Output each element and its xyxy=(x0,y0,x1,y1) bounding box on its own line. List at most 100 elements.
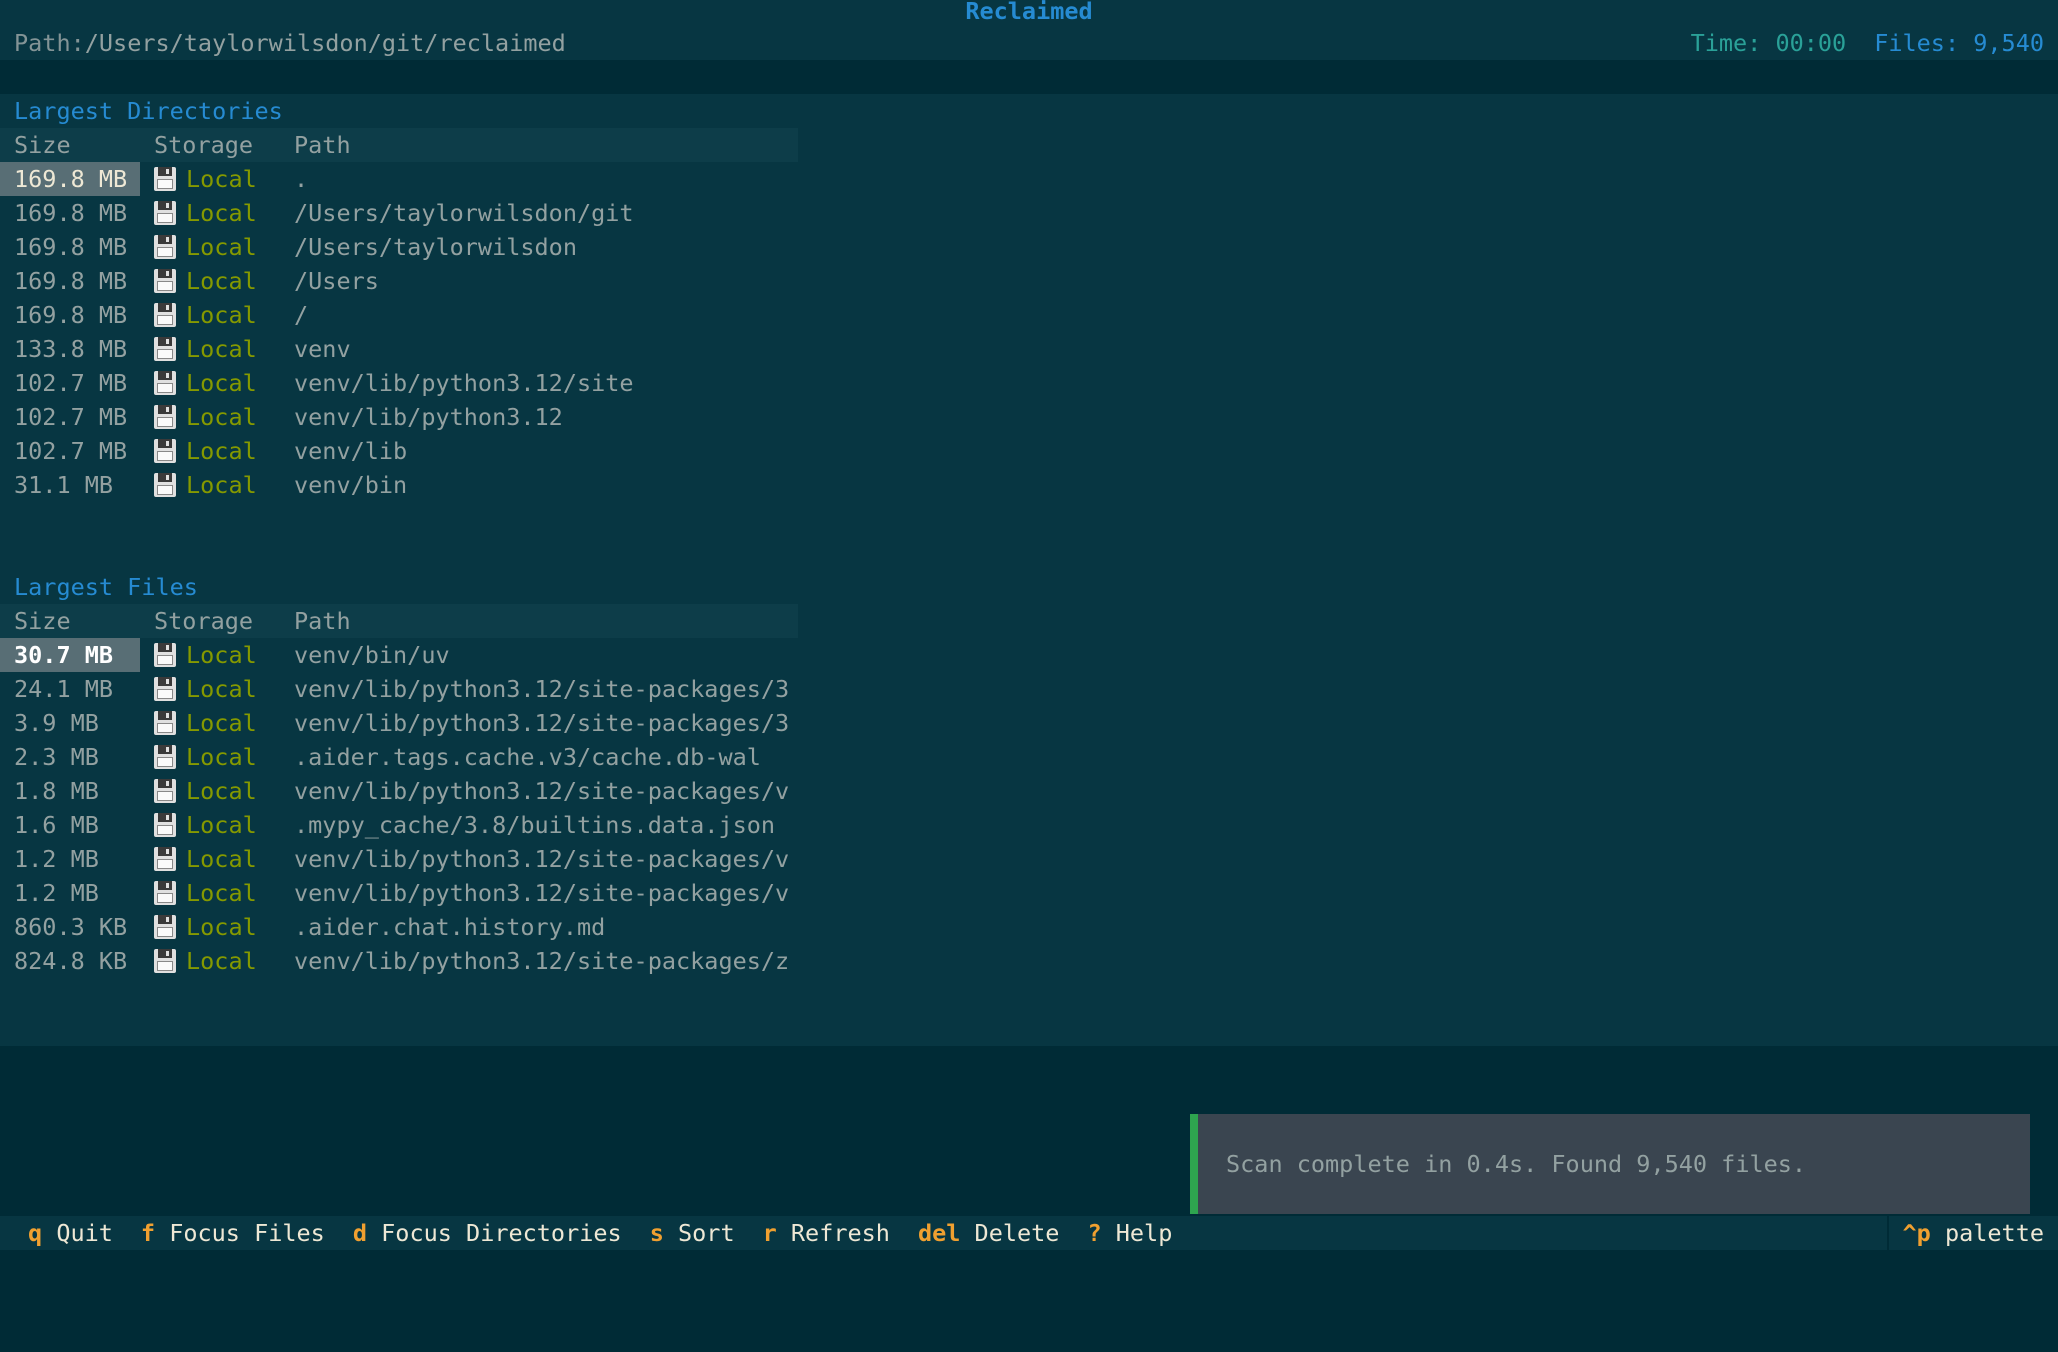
elapsed-time: Time: 00:00 xyxy=(1691,29,1847,57)
row-path: .aider.tags.cache.v3/cache.db-wal xyxy=(294,740,761,774)
column-header-size[interactable]: Size xyxy=(0,604,140,638)
command-palette-button[interactable]: ^p palette xyxy=(1887,1216,2058,1250)
row-storage: Local xyxy=(154,774,257,808)
row-storage: Local xyxy=(154,842,257,876)
table-row[interactable]: 30.7 MBLocalvenv/bin/uv xyxy=(0,638,2058,672)
row-storage: Local xyxy=(154,264,257,298)
floppy-disk-icon xyxy=(154,439,176,463)
path-value: /Users/taylorwilsdon/git/reclaimed xyxy=(85,29,566,57)
table-header-directories: Size Storage Path xyxy=(0,128,798,162)
table-row[interactable]: 133.8 MBLocalvenv xyxy=(0,332,2058,366)
table-row[interactable]: 3.9 MBLocalvenv/lib/python3.12/site-pack… xyxy=(0,706,2058,740)
footer-label: Refresh xyxy=(791,1219,890,1247)
table-row[interactable]: 102.7 MBLocalvenv/lib/python3.12 xyxy=(0,400,2058,434)
storage-label: Local xyxy=(186,675,257,703)
row-storage: Local xyxy=(154,740,257,774)
footer-binding[interactable]: del Delete xyxy=(918,1216,1060,1250)
storage-label: Local xyxy=(186,301,257,329)
floppy-disk-icon xyxy=(154,915,176,939)
floppy-disk-icon xyxy=(154,235,176,259)
footer-binding[interactable]: ? Help xyxy=(1087,1216,1172,1250)
footer-label: Focus Files xyxy=(169,1219,325,1247)
table-row[interactable]: 1.2 MBLocalvenv/lib/python3.12/site-pack… xyxy=(0,842,2058,876)
row-storage: Local xyxy=(154,298,257,332)
floppy-disk-icon xyxy=(154,405,176,429)
row-storage: Local xyxy=(154,468,257,502)
storage-label: Local xyxy=(186,471,257,499)
notification-toast[interactable]: Scan complete in 0.4s. Found 9,540 files… xyxy=(1190,1114,2030,1214)
row-path: / xyxy=(294,298,308,332)
row-storage: Local xyxy=(154,230,257,264)
table-row[interactable]: 860.3 KBLocal.aider.chat.history.md xyxy=(0,910,2058,944)
table-row[interactable]: 31.1 MBLocalvenv/bin xyxy=(0,468,2058,502)
floppy-disk-icon xyxy=(154,473,176,497)
toast-message: Scan complete in 0.4s. Found 9,540 files… xyxy=(1226,1147,1806,1181)
column-header-path[interactable]: Path xyxy=(294,128,351,162)
column-header-size[interactable]: Size xyxy=(0,128,140,162)
table-row[interactable]: 1.8 MBLocalvenv/lib/python3.12/site-pack… xyxy=(0,774,2058,808)
table-row[interactable]: 1.6 MBLocal.mypy_cache/3.8/builtins.data… xyxy=(0,808,2058,842)
path-label: Path: xyxy=(14,29,85,57)
storage-label: Local xyxy=(186,709,257,737)
row-path: venv/lib/python3.12/site-packages/3 xyxy=(294,672,789,706)
row-size: 1.6 MB xyxy=(0,808,140,842)
footer-key: f xyxy=(141,1219,155,1247)
column-header-path[interactable]: Path xyxy=(294,604,351,638)
row-storage: Local xyxy=(154,910,257,944)
table-row[interactable]: 169.8 MBLocal/Users/taylorwilsdon/git xyxy=(0,196,2058,230)
floppy-disk-icon xyxy=(154,371,176,395)
column-header-storage[interactable]: Storage xyxy=(154,604,253,638)
table-row[interactable]: 824.8 KBLocalvenv/lib/python3.12/site-pa… xyxy=(0,944,2058,978)
table-row[interactable]: 169.8 MBLocal/Users xyxy=(0,264,2058,298)
table-row[interactable]: 24.1 MBLocalvenv/lib/python3.12/site-pac… xyxy=(0,672,2058,706)
storage-label: Local xyxy=(186,403,257,431)
storage-label: Local xyxy=(186,437,257,465)
row-size: 2.3 MB xyxy=(0,740,140,774)
row-path: venv/bin/uv xyxy=(294,638,450,672)
row-size: 1.2 MB xyxy=(0,876,140,910)
storage-label: Local xyxy=(186,777,257,805)
current-path: Path:/Users/taylorwilsdon/git/reclaimed xyxy=(14,26,566,60)
row-path: venv/bin xyxy=(294,468,407,502)
floppy-disk-icon xyxy=(154,711,176,735)
row-storage: Local xyxy=(154,162,257,196)
floppy-disk-icon xyxy=(154,779,176,803)
row-path: venv/lib/python3.12/site-packages/v xyxy=(294,876,789,910)
table-row[interactable]: 2.3 MB Local .aider.tags.cache.v3/cache.db… xyxy=(0,740,2058,774)
largest-directories-panel[interactable]: Largest Directories Size Storage Path 16… xyxy=(0,94,2058,570)
footer-binding[interactable]: d Focus Directories xyxy=(353,1216,622,1250)
footer-binding[interactable]: r Refresh xyxy=(763,1216,890,1250)
row-size: 102.7 MB xyxy=(0,400,140,434)
footer-binding[interactable]: f Focus Files xyxy=(141,1216,325,1250)
footer-binding[interactable]: q Quit xyxy=(28,1216,113,1250)
floppy-disk-icon xyxy=(154,949,176,973)
footer-binding[interactable]: s Sort xyxy=(650,1216,735,1250)
row-path: . xyxy=(294,162,308,196)
palette-key: ^p xyxy=(1903,1219,1931,1247)
table-row[interactable]: 169.8 MBLocal/ xyxy=(0,298,2058,332)
table-row[interactable]: 1.2 MB Local venv/lib/python3.12/site-pack… xyxy=(0,876,2058,910)
storage-label: Local xyxy=(186,879,257,907)
storage-label: Local xyxy=(186,165,257,193)
storage-label: Local xyxy=(186,811,257,839)
file-count: Files: 9,540 xyxy=(1874,29,2044,57)
floppy-disk-icon xyxy=(154,745,176,769)
largest-files-panel[interactable]: Largest Files Size Storage Path 30.7 MBL… xyxy=(0,570,2058,1046)
table-row[interactable]: 102.7 MBLocalvenv/lib xyxy=(0,434,2058,468)
storage-label: Local xyxy=(186,369,257,397)
row-path: /Users/taylorwilsdon xyxy=(294,230,577,264)
footer-keybindings: q Quit f Focus Files d Focus Directories s … xyxy=(0,1216,2058,1250)
floppy-disk-icon xyxy=(154,337,176,361)
table-row[interactable]: 102.7 MBLocalvenv/lib/python3.12/site xyxy=(0,366,2058,400)
footer-label: Quit xyxy=(56,1219,113,1247)
row-storage: Local xyxy=(154,706,257,740)
storage-label: Local xyxy=(186,743,257,771)
table-row[interactable]: 169.8 MBLocal/Users/taylorwilsdon xyxy=(0,230,2058,264)
footer-key: ? xyxy=(1087,1219,1101,1247)
row-path: venv/lib/python3.12/site xyxy=(294,366,634,400)
row-path: /Users/taylorwilsdon/git xyxy=(294,196,634,230)
storage-label: Local xyxy=(186,913,257,941)
column-header-storage[interactable]: Storage xyxy=(154,128,253,162)
storage-label: Local xyxy=(186,199,257,227)
table-row[interactable]: 169.8 MBLocal. xyxy=(0,162,2058,196)
